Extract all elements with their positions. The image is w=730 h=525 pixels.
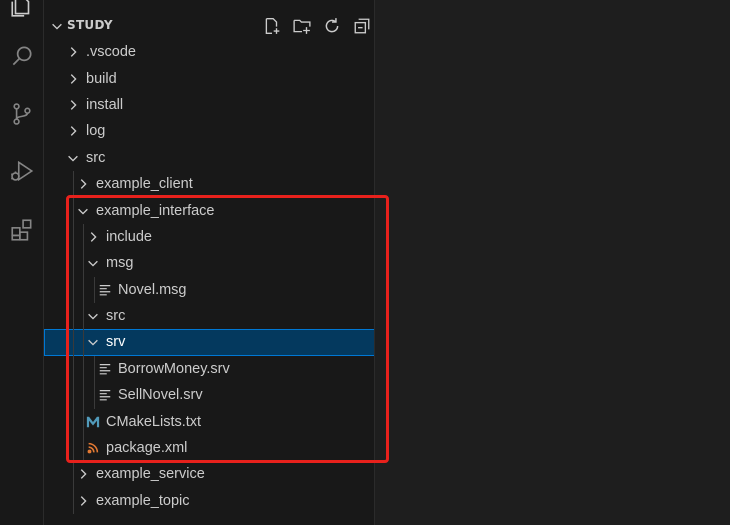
text-file-icon [98,387,112,403]
chevron-down-icon[interactable] [86,335,100,349]
file-item-package-xml[interactable]: package.xml [44,435,374,461]
tree-item-label: package.xml [106,440,188,457]
xml-rss-file-icon [86,440,100,456]
chevron-right-icon[interactable] [66,72,80,86]
tree-item-label: srv [106,334,126,351]
chevron-right-icon[interactable] [66,98,80,112]
run-debug-icon[interactable] [0,151,44,191]
tree-item-label: .vscode [86,44,136,61]
chevron-down-icon[interactable] [66,151,80,165]
tree-item-label: Novel.msg [118,281,187,298]
folder-item-msg[interactable]: msg [44,250,374,276]
tree-item-label: CMakeLists.txt [106,413,202,430]
explorer-sidebar: STUDY .vscode build install log src exam… [44,0,375,525]
chevron-down-icon[interactable] [76,204,90,218]
file-item-cmakelists-txt[interactable]: CMakeLists.txt [44,408,374,434]
new-folder-icon[interactable] [290,16,314,36]
chevron-right-icon[interactable] [66,124,80,138]
explorer-icon[interactable] [0,0,44,26]
tree-item-label: example_topic [96,492,190,509]
tree-item-label: src [86,149,106,166]
tree-item-label: example_interface [96,202,215,219]
refresh-icon[interactable] [320,16,344,36]
chevron-down-icon[interactable] [86,256,100,270]
folder-item-src[interactable]: src [44,145,374,171]
tree-item-label: example_client [96,176,193,193]
indent-guide [94,355,95,409]
chevron-right-icon[interactable] [76,494,90,508]
folder-item-include[interactable]: include [44,224,374,250]
tree-item-label: SellNovel.srv [118,387,203,404]
indent-guide [73,171,74,515]
explorer-section-header[interactable]: STUDY [44,12,374,40]
folder-item-example-client[interactable]: example_client [44,171,374,197]
chevron-right-icon[interactable] [66,45,80,59]
text-file-icon [98,361,112,377]
tree-item-label: src [106,308,126,325]
source-control-icon[interactable] [0,94,44,134]
chevron-right-icon[interactable] [76,467,90,481]
cmake-file-icon [86,414,100,430]
chevron-down-icon[interactable] [50,19,64,33]
tree-item-label: include [106,228,152,245]
folder-item-vscode[interactable]: .vscode [44,39,374,65]
tree-item-label: build [86,70,117,87]
tree-item-label: msg [106,255,134,272]
indent-guide [83,223,84,462]
folder-item-log[interactable]: log [44,118,374,144]
folder-item-example-topic[interactable]: example_topic [44,488,374,514]
file-tree: .vscode build install log src example_cliente… [44,39,374,515]
workspace-title: STUDY [67,18,113,32]
folder-item-example-interface[interactable]: example_interface [44,197,374,223]
folder-item-srv[interactable]: srv [44,329,374,356]
folder-item-src[interactable]: src [44,303,374,329]
explorer-actions [260,16,374,36]
extensions-icon[interactable] [0,210,44,250]
new-file-icon[interactable] [260,16,284,36]
search-icon[interactable] [0,36,44,76]
folder-item-example-service[interactable]: example_service [44,461,374,487]
chevron-down-icon[interactable] [86,309,100,323]
text-file-icon [98,282,112,298]
collapse-all-icon[interactable] [350,16,374,36]
chevron-right-icon[interactable] [86,230,100,244]
folder-item-build[interactable]: build [44,65,374,91]
tree-item-label: BorrowMoney.srv [118,360,230,377]
tree-item-label: install [86,96,124,113]
activity-bar [0,0,44,525]
folder-item-install[interactable]: install [44,92,374,118]
indent-guide [94,276,95,303]
tree-item-label: example_service [96,466,205,483]
tree-item-label: log [86,123,106,140]
chevron-right-icon[interactable] [76,177,90,191]
